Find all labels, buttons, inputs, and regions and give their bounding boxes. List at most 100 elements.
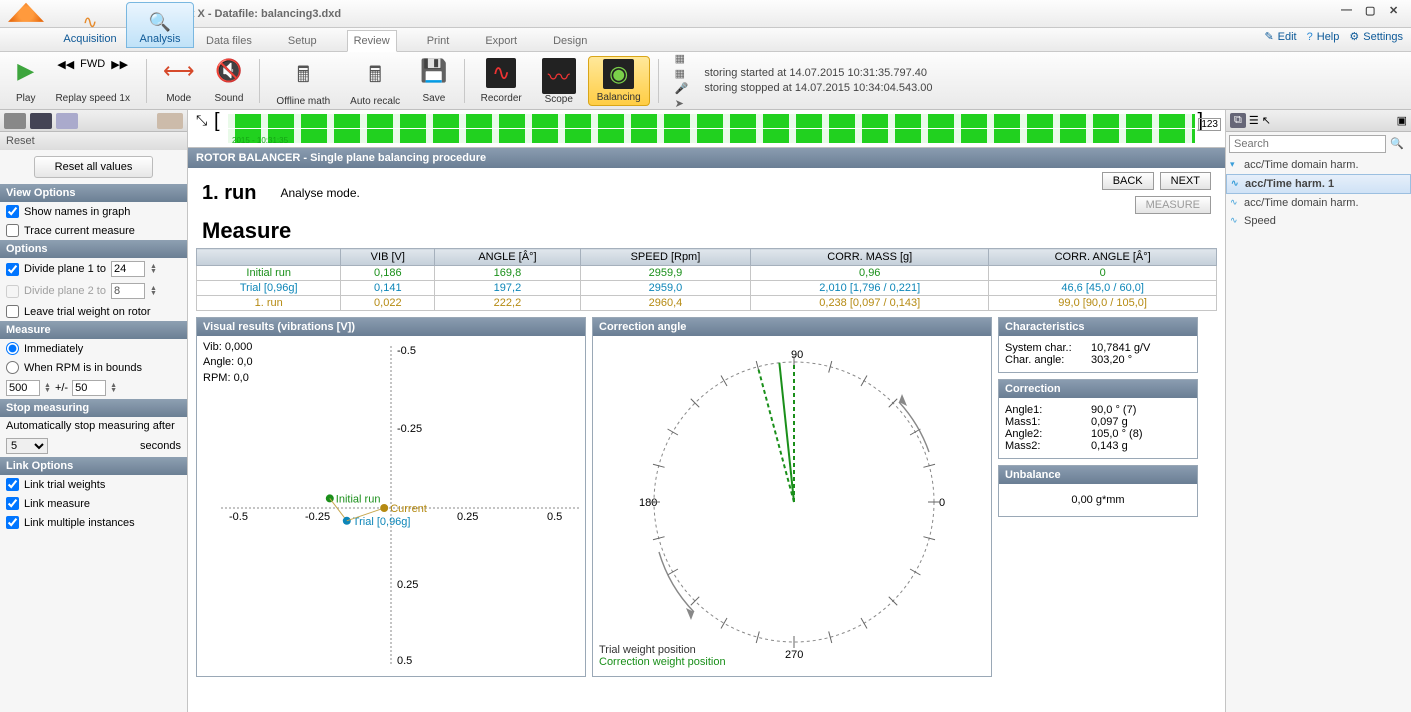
table-header: CORR. ANGLE [Â°] [989,249,1217,266]
link-trials-checkbox[interactable]: Link trial weights [0,475,187,494]
options-header: Options [0,240,187,258]
xy-chart: -0.5-0.25 0.250.5 -0.5-0.25 0.250.5 Init… [201,340,581,670]
unbalance-value: 0,00 g*mm [999,484,1197,516]
menu-datafiles[interactable]: Data files [200,31,258,51]
panel-header: Characteristics [999,318,1197,336]
mode-acquisition-label: Acquisition [63,33,116,45]
rpm-hi-field[interactable] [72,380,106,396]
measure-title: Measure [188,218,1225,248]
display-mode-button[interactable] [56,113,78,129]
show-names-checkbox[interactable]: Show names in graph [0,202,187,221]
menu-design[interactable]: Design [547,31,593,51]
scope-icon: 〰 [542,58,576,94]
expand-icon[interactable]: ▣ [1397,114,1407,127]
divide-plane1-checkbox[interactable] [6,263,19,276]
svg-text:-0.5: -0.5 [397,345,416,357]
stepper-icon: ▲▼ [150,286,157,296]
timeline-timestamp: 2015 - 10:31:35 [232,136,288,145]
svg-text:0.5: 0.5 [397,655,412,667]
svg-text:0: 0 [939,497,945,509]
menu-export[interactable]: Export [479,31,523,51]
help-icon: ? [1307,31,1313,43]
save-button[interactable]: 💾Save [412,56,455,106]
trial-position-label: Trial weight position [599,644,726,656]
storage-icon: ▦ [675,67,689,80]
display-mode-button[interactable] [4,113,26,129]
rewind-icon[interactable]: ◀◀ [57,58,74,71]
svg-text:0.5: 0.5 [547,511,562,523]
channel-item[interactable]: acc/Time domain harm. [1226,194,1411,212]
replay-speed[interactable]: ◀◀FWD▶▶ Replay speed 1x [47,56,138,106]
mic-icon: 🎤 [675,82,689,95]
stepper-icon[interactable]: ▲▼ [150,264,157,274]
immediately-radio[interactable]: Immediately [0,339,187,358]
leave-trial-checkbox[interactable]: Leave trial weight on rotor [0,302,187,321]
ruler-button[interactable] [157,113,183,129]
table-header: CORR. MASS [g] [751,249,989,266]
channel-item[interactable]: acc/Time harm. 1 [1226,174,1411,194]
stop-measuring-header: Stop measuring [0,399,187,417]
channel-group[interactable]: acc/Time domain harm. [1226,156,1411,174]
recorder-button[interactable]: ∿Recorder [473,56,530,106]
channel-item[interactable]: Speed [1226,212,1411,230]
panel-header: Unbalance [999,466,1197,484]
table-header [197,249,341,266]
magnifier-icon: 🔍 [149,12,171,33]
sound-button[interactable]: 🔇Sound [207,56,252,106]
edit-button[interactable]: ✎Edit [1264,30,1296,43]
zoom-out-icon[interactable]: ⤡ [196,112,207,129]
next-button[interactable]: NEXT [1160,172,1211,190]
balancing-button[interactable]: ◉Balancing [588,56,650,106]
timeline-digits-icon[interactable]: 123 [1198,118,1221,131]
rotor-balancer-header: ROTOR BALANCER - Single plane balancing … [188,148,1225,168]
rpm-low-field[interactable] [6,380,40,396]
measure-header: Measure [0,321,187,339]
measure-button: MEASURE [1135,196,1211,214]
divide-plane2-checkbox [6,285,19,298]
minimize-icon[interactable]: — [1341,4,1355,16]
mode-acquisition[interactable]: ∿ Acquisition [56,2,124,48]
settings-button[interactable]: ⚙Settings [1349,30,1403,43]
back-button[interactable]: BACK [1102,172,1154,190]
display-mode-button[interactable] [30,113,52,129]
play-button[interactable]: ▶Play [8,56,43,106]
auto-recalc-button[interactable]: 🖩Auto recalc [342,56,408,106]
help-button[interactable]: ?Help [1307,30,1340,43]
pencil-icon: ✎ [1264,30,1273,43]
menu-print[interactable]: Print [421,31,456,51]
search-input[interactable] [1229,135,1386,153]
search-icon[interactable]: 🔍 [1386,135,1408,153]
link-measure-checkbox[interactable]: Link measure [0,494,187,513]
menu-setup[interactable]: Setup [282,31,323,51]
mode-button[interactable]: ⟷Mode [155,56,203,106]
trace-measure-checkbox[interactable]: Trace current measure [0,221,187,240]
channel-list-panel: ⧉ ☰ ↖ ▣ 🔍 acc/Time domain harm. acc/Time… [1225,110,1411,712]
visual-results-panel: Visual results (vibrations [V]) Vib: 0,0… [196,317,586,677]
close-icon[interactable]: ✕ [1389,4,1403,16]
fastfwd-icon[interactable]: ▶▶ [111,58,128,71]
title-bar: DEWESoft X - Datafile: balancing3.dxd — … [0,0,1411,28]
mode-analysis[interactable]: 🔍 Analysis [126,2,194,48]
scope-button[interactable]: 〰Scope [534,56,584,106]
stop-seconds-select[interactable]: 5 [6,438,48,454]
svg-text:-0.25: -0.25 [305,511,330,523]
list-view-icon[interactable]: ☰ [1249,114,1259,127]
correction-position-label: Correction weight position [599,656,726,668]
rpm-bounds-radio[interactable]: When RPM is in bounds [0,358,187,377]
balancing-icon: ◉ [603,59,634,89]
menu-review[interactable]: Review [347,30,397,52]
reset-all-button[interactable]: Reset all values [34,156,154,178]
step-description: Analyse mode. [280,186,359,200]
svg-text:270: 270 [785,649,803,661]
play-icon: ▶ [17,58,34,84]
tree-view-icon[interactable]: ⧉ [1230,113,1246,128]
timeline-strip[interactable]: ⤡ [ 2015 - 10:31:35 ] 123 [188,110,1225,148]
gear-icon: ⚙ [1349,30,1359,43]
svg-text:90: 90 [791,349,803,361]
divide-plane1-field[interactable] [111,261,145,277]
link-options-header: Link Options [0,457,187,475]
offline-math-button[interactable]: 🖩Offline math [268,56,338,106]
link-multiple-checkbox[interactable]: Link multiple instances [0,513,187,532]
maximize-icon[interactable]: ▢ [1365,4,1379,16]
pointer-icon[interactable]: ↖ [1262,114,1271,127]
